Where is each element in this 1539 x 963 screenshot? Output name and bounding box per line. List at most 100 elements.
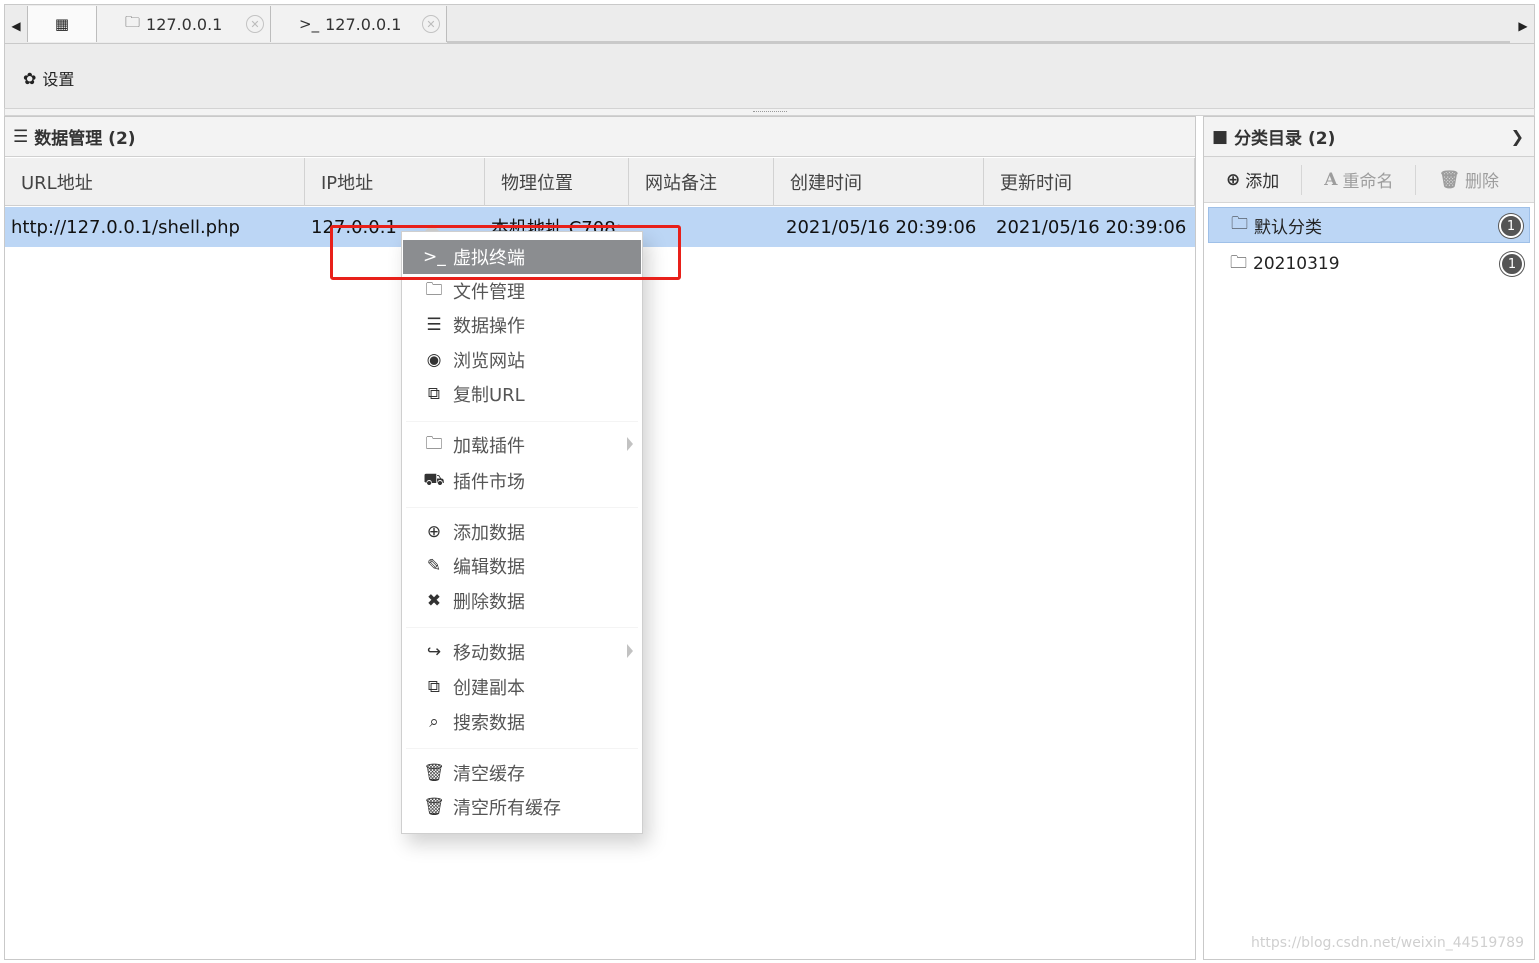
menu-item-move-data[interactable]: ↪ 移动数据 [403,635,641,669]
watermark: https://blog.csdn.net/weixin_44519789 [1250,935,1524,951]
tab-scroll-left-button[interactable]: ◀ [7,9,25,43]
category-panel-title: 分类目录 (2) [1234,129,1336,149]
rename-category-button[interactable]: A 重命名 [1302,164,1417,195]
close-icon[interactable]: ✕ [246,15,264,33]
folder-icon: 🗀 [125,12,141,31]
grid-header: URL地址 IP地址 物理位置 网站备注 创建时间 更新时间 [5,158,1195,206]
splitter-grip[interactable] [753,111,787,113]
search-icon: ⌕ [429,712,439,732]
menu-item-add-data[interactable]: ⊕ 添加数据 [403,515,641,549]
trash-icon: 🗑 [423,797,445,817]
menu-item-duplicate[interactable]: ⧉ 创建副本 [403,670,641,704]
settings-button[interactable]: ✿ 设置 [23,66,74,90]
close-icon: ✖ [426,591,442,611]
database-icon: ☰ [426,315,442,335]
category-name: 默认分类 [1254,217,1322,238]
menu-item-database[interactable]: ☰ 数据操作 [403,308,641,342]
folder-icon: 🗀 [425,279,443,300]
font-icon: A [1324,169,1338,190]
menu-item-delete-data[interactable]: ✖ 删除数据 [403,584,641,618]
folder-icon: 🗀 [1231,213,1248,234]
edit-icon: ✎ [426,556,442,576]
menu-item-edit-data[interactable]: ✎ 编辑数据 [403,549,641,583]
tab-terminal[interactable]: >_ 127.0.0.1 ✕ [271,6,447,42]
column-header-url[interactable]: URL地址 [5,158,305,206]
plus-circle-icon: ⊕ [1226,169,1241,190]
menu-item-label: 清空所有缓存 [453,798,561,819]
chevron-right-icon[interactable]: ❯ [1511,127,1524,146]
column-header-updated[interactable]: 更新时间 [984,158,1195,206]
rename-category-label: 重命名 [1342,172,1394,192]
share-icon: ↪ [426,642,442,662]
tab-strip: ◀ ▦ 🗀 127.0.0.1 ✕ >_ 127.0.0.1 ✕ ▶ [4,4,1535,44]
menu-item-copy-url[interactable]: ⧉ 复制URL [403,377,641,411]
menu-separator [406,748,638,749]
category-name: 20210319 [1253,254,1340,274]
trash-outline-icon: 🗑 [423,763,445,783]
menu-item-clear-all-cache[interactable]: 🗑 清空所有缓存 [403,790,641,824]
tab-home[interactable]: ▦ [27,6,97,42]
plus-circle-icon: ⊕ [426,522,442,542]
column-header-location[interactable]: 物理位置 [485,158,629,206]
submenu-arrow-icon [627,644,633,658]
cart-icon: ⛟ [423,470,445,490]
menu-item-label: 创建副本 [453,678,525,699]
category-list: 🗀 默认分类 1 🗀 20210319 1 [1204,203,1534,282]
column-header-created[interactable]: 创建时间 [774,158,984,206]
chrome-icon: ◉ [426,350,442,370]
column-header-ip[interactable]: IP地址 [305,158,485,206]
cell-updated: 2021/05/16 20:39:06 [996,216,1187,238]
menu-item-search-data[interactable]: ⌕ 搜索数据 [403,705,641,739]
menu-item-label: 复制URL [453,385,525,406]
category-item-20210319[interactable]: 🗀 20210319 1 [1208,246,1530,282]
menu-item-plugin-market[interactable]: ⛟ 插件市场 [403,464,641,498]
submenu-arrow-icon [627,437,633,451]
column-header-note[interactable]: 网站备注 [629,158,774,206]
category-panel-header: ■ 分类目录 (2) ❯ [1204,117,1534,157]
menu-separator [406,421,638,422]
main-toolbar: ✿ 设置 [4,44,1535,108]
menu-item-label: 文件管理 [453,282,525,303]
tab-file-manager[interactable]: 🗀 127.0.0.1 ✕ [97,6,271,42]
annotation-highlight-box [330,225,681,280]
menu-item-label: 删除数据 [453,592,525,613]
gear-icon: ✿ [23,68,37,88]
delete-category-label: 删除 [1465,172,1500,192]
menu-item-label: 插件市场 [453,472,525,493]
copy-icon: ⧉ [427,384,441,404]
menu-item-label: 浏览网站 [453,351,525,372]
tab-scroll-right-button[interactable]: ▶ [1514,9,1532,43]
list-icon: ☰ [13,126,29,147]
tab-label: 127.0.0.1 [146,14,223,34]
menu-item-label: 编辑数据 [453,557,525,578]
tab-label: 127.0.0.1 [325,14,402,34]
menu-item-label: 加载插件 [453,436,525,457]
cell-url: http://127.0.0.1/shell.php [11,216,240,238]
menu-item-clear-cache[interactable]: 🗑 清空缓存 [403,756,641,790]
data-panel-title: 数据管理 (2) [34,129,136,149]
menu-item-load-plugin[interactable]: 🗀 加载插件 [403,428,641,462]
trash-icon: 🗑 [1438,169,1461,190]
close-icon[interactable]: ✕ [422,15,440,33]
folder-icon: 🗀 [1230,252,1247,273]
category-toolbar: ⊕ 添加 A 重命名 🗑 删除 [1204,157,1534,203]
add-category-label: 添加 [1245,172,1280,192]
menu-item-label: 数据操作 [453,316,525,337]
delete-category-button[interactable]: 🗑 删除 [1416,165,1521,195]
count-badge: 1 [1500,252,1524,276]
menu-item-label: 添加数据 [453,523,525,544]
grid-icon: ▦ [54,15,70,33]
category-item-default[interactable]: 🗀 默认分类 1 [1208,207,1530,243]
folder-icon: 🗀 [425,433,443,454]
menu-item-browse[interactable]: ◉ 浏览网站 [403,343,641,377]
category-panel: ■ 分类目录 (2) ❯ ⊕ 添加 A 重命名 🗑 删除 🗀 默认分类 1 🗀 … [1203,116,1535,960]
menu-separator [406,627,638,628]
context-menu: >_ 虚拟终端 🗀 文件管理 ☰ 数据操作 ◉ 浏览网站 ⧉ 复制URL 🗀 加… [401,231,643,834]
add-category-button[interactable]: ⊕ 添加 [1204,164,1303,195]
menu-separator [406,507,638,508]
menu-item-label: 移动数据 [453,643,525,664]
copy-icon: ⧉ [427,677,441,697]
terminal-icon: >_ [299,15,320,33]
layout-splitter[interactable] [4,108,1535,116]
settings-label: 设置 [42,70,75,89]
